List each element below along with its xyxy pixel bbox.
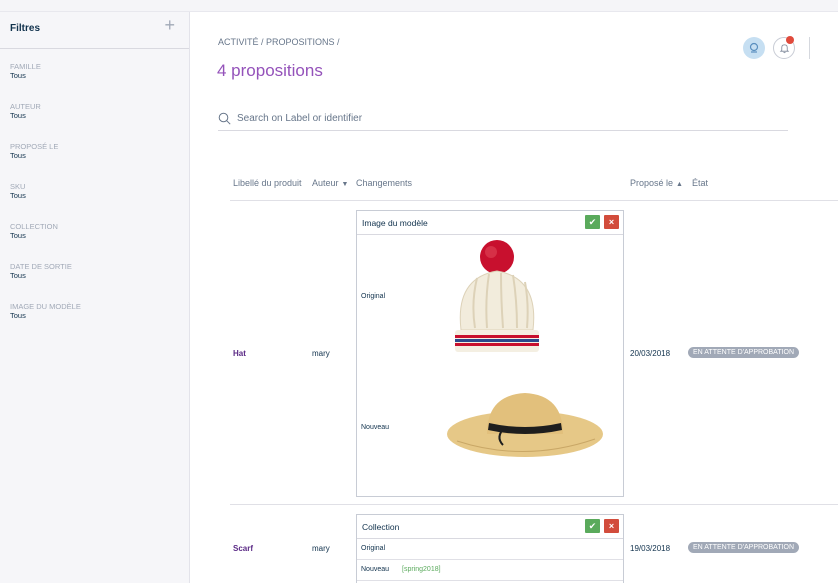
reject-button[interactable]: × [604, 519, 619, 533]
filter-value: Tous [10, 231, 26, 240]
check-icon: ✔ [588, 520, 597, 531]
filters-sidebar: Filtres + FAMILLE Tous AUTEUR Tous PROPO… [0, 12, 190, 583]
filter-collection[interactable]: COLLECTION Tous [10, 222, 179, 262]
approve-button[interactable]: ✔ [585, 215, 600, 229]
sort-up-icon: ▲ [676, 181, 683, 188]
sort-down-icon: ▼ [341, 181, 349, 188]
divider [809, 37, 810, 59]
page-title: 4 propositions [217, 61, 323, 80]
app-icon[interactable] [743, 37, 765, 59]
original-label: Original [361, 293, 386, 300]
status-badge: EN ATTENTE D'APPROBATION [688, 542, 800, 553]
change-card: Collection ✔ × Original Nouveau [spring20… [356, 514, 624, 583]
search-icon [218, 112, 231, 125]
filter-value: Tous [10, 151, 26, 160]
filter-propose-le[interactable]: PROPOSÉ LE Tous [10, 142, 179, 182]
filter-value: Tous [10, 271, 26, 280]
change-actions: ✔ × [585, 215, 619, 229]
notifications-button[interactable] [773, 36, 795, 59]
proposed-date: 19/03/2018 [630, 544, 671, 553]
col-author[interactable]: Auteur ▼ [312, 178, 348, 188]
filter-label: PROPOSÉ LE [10, 142, 59, 151]
change-title: Image du modèle [362, 217, 428, 228]
new-label: Nouveau [361, 424, 390, 431]
col-proposed[interactable]: Proposé le ▲ [630, 178, 683, 188]
author: mary [312, 349, 330, 358]
original-label: Original [361, 545, 386, 552]
filter-value: Tous [10, 191, 26, 200]
row-divider [230, 200, 838, 201]
check-icon: ✔ [588, 216, 597, 227]
filter-label: SKU [10, 182, 26, 191]
filter-value: Tous [10, 71, 26, 80]
filter-value: Tous [10, 111, 26, 120]
proposed-date: 20/03/2018 [630, 349, 671, 358]
filter-label: FAMILLE [10, 62, 41, 71]
filter-sku[interactable]: SKU Tous [10, 182, 179, 222]
filter-famille[interactable]: FAMILLE Tous [10, 62, 179, 102]
filter-value: Tous [10, 311, 26, 320]
col-author-label: Auteur [312, 178, 339, 188]
new-value: [spring2018] [402, 566, 441, 573]
sidebar-title: Filtres [10, 23, 41, 34]
top-bar [0, 0, 838, 12]
header-actions [743, 35, 810, 61]
beanie-image [455, 240, 539, 352]
filter-list: FAMILLE Tous AUTEUR Tous PROPOSÉ LE Tous… [0, 49, 189, 342]
sidebar-header: Filtres + [0, 12, 189, 49]
close-icon: × [608, 521, 615, 531]
new-row: Nouveau [spring2018] [357, 560, 623, 581]
col-product[interactable]: Libellé du produit [233, 178, 302, 188]
change-title: Collection [362, 521, 400, 532]
new-label-text: Nouveau [361, 566, 390, 573]
filter-date-de-sortie[interactable]: DATE DE SORTIE Tous [10, 262, 179, 302]
col-state[interactable]: État [692, 178, 708, 188]
filter-label: AUTEUR [10, 102, 41, 111]
filter-auteur[interactable]: AUTEUR Tous [10, 102, 179, 142]
straw-hat-image [447, 393, 603, 457]
status-badge: EN ATTENTE D'APPROBATION [688, 347, 800, 358]
main-content: ACTIVITÉ / PROPOSITIONS / 4 propositions… [190, 12, 838, 583]
original-row: Original [357, 539, 623, 560]
product-link[interactable]: Scarf [233, 544, 253, 553]
breadcrumb[interactable]: ACTIVITÉ / PROPOSITIONS / [218, 37, 340, 47]
search-input[interactable] [237, 113, 737, 124]
col-proposed-label: Proposé le [630, 178, 674, 188]
search-bar [218, 107, 788, 131]
approve-button[interactable]: ✔ [585, 519, 600, 533]
change-header: Collection ✔ × [357, 515, 623, 539]
filter-label: DATE DE SORTIE [10, 262, 72, 271]
change-actions: ✔ × [585, 519, 619, 533]
bell-icon [779, 43, 789, 53]
filter-label: COLLECTION [10, 222, 58, 231]
reject-button[interactable]: × [604, 215, 619, 229]
author: mary [312, 544, 330, 553]
change-header: Image du modèle ✔ × [357, 211, 623, 235]
row-divider [230, 504, 838, 505]
filter-label: IMAGE DU MODÈLE [10, 302, 81, 311]
plus-icon[interactable]: + [164, 16, 175, 34]
new-label: Nouveau [spring2018] [361, 566, 441, 573]
product-link[interactable]: Hat [233, 349, 246, 358]
change-card: Image du modèle ✔ × Original Nouveau [356, 210, 624, 497]
filter-image-du-modele[interactable]: IMAGE DU MODÈLE Tous [10, 302, 179, 342]
col-changes[interactable]: Changements [356, 178, 412, 188]
notification-dot [786, 36, 794, 44]
close-icon: × [608, 217, 615, 227]
